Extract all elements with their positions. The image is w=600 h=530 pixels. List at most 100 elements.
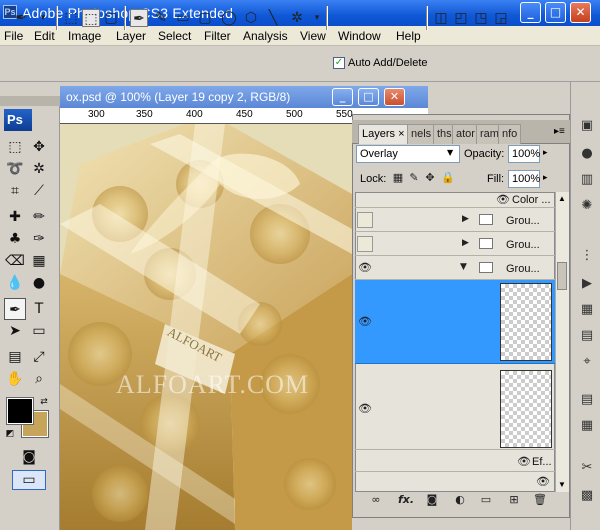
gradient-tool-icon[interactable]: ▦ — [28, 250, 50, 272]
auto-add-delete-checkbox[interactable]: ✓ — [333, 57, 345, 69]
path-selection-tool-icon[interactable]: ➤ — [4, 320, 26, 342]
tool-presets-dock-icon[interactable]: ▦ — [578, 302, 596, 318]
minimize-button[interactable]: _ — [520, 2, 541, 23]
clone-stamp-tool-icon[interactable]: ♣ — [4, 228, 26, 250]
folder-icon[interactable]: ▭ — [478, 493, 494, 507]
pen-tool-icon[interactable]: ✒ — [4, 298, 26, 320]
paths-mode-icon[interactable]: ⬚ — [82, 9, 100, 27]
path-subtract-icon[interactable]: ◰ — [452, 9, 470, 27]
tab-channels[interactable]: nels — [407, 124, 436, 144]
marquee-tool-icon[interactable]: ⬚ — [4, 136, 26, 158]
type-tool-icon[interactable]: T — [28, 298, 50, 320]
navigator-dock-icon[interactable]: ▣ — [578, 118, 596, 134]
lock-position-icon[interactable]: ✥ — [424, 172, 436, 184]
screen-mode-icon[interactable]: ▭ — [12, 470, 46, 490]
tools-dock-icon[interactable]: ✂ — [578, 460, 596, 476]
styles-dock-icon[interactable]: ✺ — [578, 198, 596, 214]
lasso-tool-icon[interactable]: ➰ — [4, 158, 26, 180]
tool-preset-dropdown-icon[interactable]: ▾ — [34, 9, 52, 27]
rectangle-shape-icon[interactable]: ▭ — [174, 9, 192, 27]
pen-option-icon[interactable]: ✒ — [130, 9, 148, 27]
clone-source-dock-icon[interactable]: ⌖ — [578, 354, 596, 370]
rounded-rectangle-icon[interactable]: ▢ — [196, 9, 214, 27]
path-intersect-icon[interactable]: ◳ — [472, 9, 490, 27]
menu-help[interactable]: Help — [396, 29, 421, 43]
expand-arrow-icon[interactable]: ▶ — [462, 238, 469, 248]
notes-tool-icon[interactable]: ▤ — [4, 346, 26, 368]
menu-edit[interactable]: Edit — [34, 29, 55, 43]
rectangle-tool-icon[interactable]: ▭ — [28, 320, 50, 342]
default-colors-icon[interactable]: ◩ — [4, 428, 16, 440]
menu-file[interactable]: File — [4, 29, 23, 43]
layers-scrollbar[interactable] — [555, 192, 569, 492]
menu-layer[interactable]: Layer — [116, 29, 146, 43]
brush-tool-icon[interactable]: ✏ — [28, 206, 50, 228]
collapse-arrow-icon[interactable]: ▼ — [460, 262, 467, 272]
close-button[interactable]: ✕ — [570, 2, 591, 23]
shape-layers-icon[interactable]: ⬚ — [62, 9, 80, 27]
eyedropper-tool-icon[interactable]: ⤢ — [28, 346, 50, 368]
actions-dock-icon[interactable]: ▶ — [578, 276, 596, 292]
document-canvas[interactable]: ALFOART ALFOART.COM — [60, 124, 352, 530]
lock-all-icon[interactable]: 🔒 — [441, 172, 455, 184]
fill-pixels-icon[interactable]: ▢ — [102, 9, 120, 27]
visibility-toggle[interactable] — [357, 212, 373, 228]
document-title-bar[interactable]: ox.psd @ 100% (Layer 19 copy 2, RGB/8) _… — [60, 86, 428, 108]
scroll-up-icon[interactable]: ▲ — [558, 194, 566, 203]
tab-layers[interactable]: Layers × — [358, 124, 409, 144]
zoom-tool-icon[interactable]: ⌕ — [28, 368, 50, 390]
custom-shape-icon[interactable]: ✲ — [288, 9, 306, 27]
line-icon[interactable]: ╲ — [264, 9, 282, 27]
custom-shape-dropdown-icon[interactable]: ▾ — [308, 9, 326, 27]
toolbox-grip[interactable] — [0, 96, 60, 106]
menu-view[interactable]: View — [300, 29, 326, 43]
healing-brush-tool-icon[interactable]: ✚ — [4, 206, 26, 228]
freeform-pen-icon[interactable]: ✎ — [152, 9, 170, 27]
tab-info[interactable]: nfo — [498, 124, 522, 144]
brushes-dock-icon[interactable]: ▤ — [578, 328, 596, 344]
document-maximize-button[interactable]: □ — [358, 88, 379, 106]
document-close-button[interactable]: ✕ — [384, 88, 405, 106]
visibility-toggle[interactable] — [357, 236, 373, 252]
paragraph-dock-icon[interactable]: ▦ — [578, 418, 596, 434]
measurement-dock-icon[interactable]: ▩ — [578, 488, 596, 504]
swatches-dock-icon[interactable]: ▥ — [578, 172, 596, 188]
blend-mode-select[interactable]: Overlay — [356, 145, 460, 163]
menu-window[interactable]: Window — [338, 29, 381, 43]
fill-slider-icon[interactable]: ▸ — [543, 172, 548, 183]
expand-arrow-icon[interactable]: ▶ — [462, 214, 469, 224]
move-tool-icon[interactable]: ✥ — [28, 136, 50, 158]
crop-tool-icon[interactable]: ⌗ — [4, 180, 26, 202]
menu-filter[interactable]: Filter — [204, 29, 231, 43]
lock-image-icon[interactable]: ✎ — [408, 172, 420, 184]
menu-image[interactable]: Image — [68, 29, 101, 43]
ellipse-icon[interactable]: ◯ — [220, 9, 238, 27]
eye-icon[interactable]: 👁 — [517, 455, 531, 468]
eye-icon[interactable]: 👁 — [358, 315, 372, 328]
layer-comps-dock-icon[interactable]: ▤ — [578, 392, 596, 408]
eye-icon[interactable]: 👁 — [358, 402, 372, 415]
mask-icon[interactable]: ◙ — [424, 493, 440, 507]
menu-select[interactable]: Select — [158, 29, 191, 43]
eye-icon[interactable]: 👁 — [358, 261, 372, 274]
hand-tool-icon[interactable]: ✋ — [4, 368, 26, 390]
eye-icon[interactable]: 👁 — [536, 475, 550, 488]
document-minimize-button[interactable]: _ — [332, 88, 353, 106]
color-dock-icon[interactable]: ● — [578, 146, 596, 162]
pen-tool-icon[interactable]: ✒ — [12, 9, 30, 27]
new-layer-icon[interactable]: ⊞ — [506, 493, 522, 507]
eraser-tool-icon[interactable]: ⌫ — [4, 250, 26, 272]
swap-colors-icon[interactable]: ⇄ — [38, 396, 50, 408]
adjustment-layer-icon[interactable]: ◐ — [452, 493, 468, 507]
foreground-color-swatch[interactable] — [6, 397, 34, 425]
close-tab-icon[interactable]: × — [398, 128, 404, 140]
lock-transparency-icon[interactable]: ▦ — [392, 172, 404, 184]
dodge-tool-icon[interactable]: ● — [28, 272, 50, 294]
opacity-input[interactable]: 100% — [508, 145, 540, 163]
fx-icon[interactable]: fx. — [398, 493, 414, 507]
eye-icon[interactable]: 👁 — [496, 193, 510, 206]
fill-input[interactable]: 100% — [508, 170, 540, 188]
magic-wand-tool-icon[interactable]: ✲ — [28, 158, 50, 180]
trash-icon[interactable]: 🗑 — [532, 493, 548, 507]
history-dock-icon[interactable]: ⋮ — [578, 248, 596, 264]
